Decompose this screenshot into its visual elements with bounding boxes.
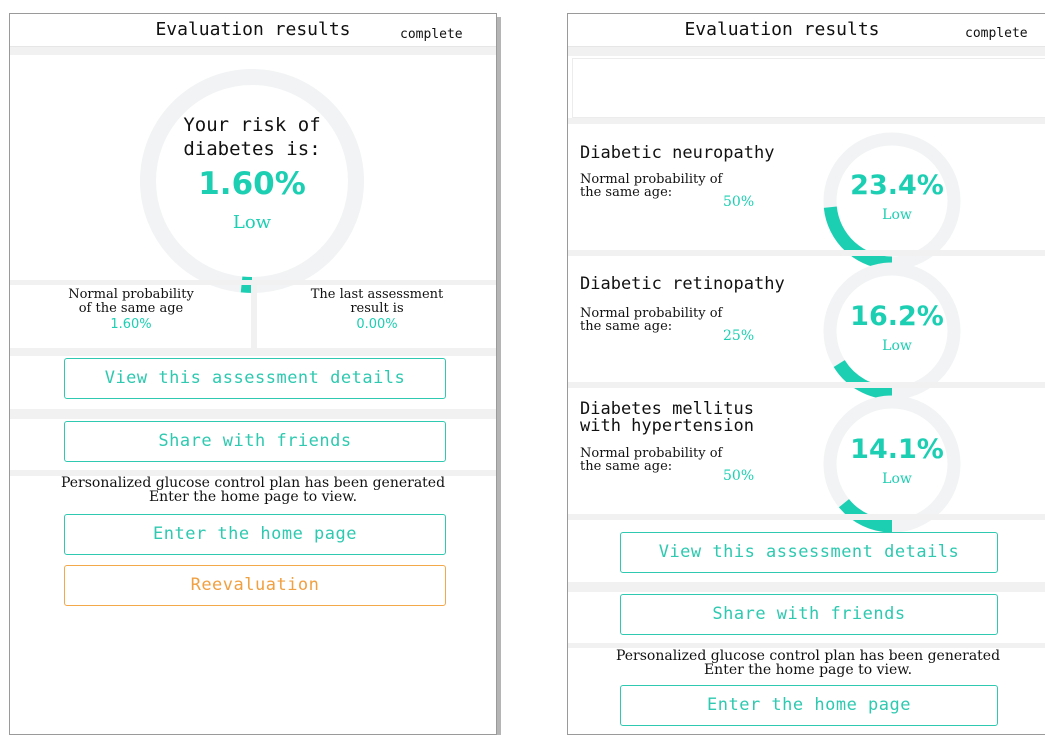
card-risk-level: Low [882, 471, 912, 487]
normal-probability-label: Normal probability [68, 287, 194, 302]
risk-heading-line2: diabetes is: [183, 138, 321, 160]
risk-heading: Your risk of diabetes is: [140, 113, 364, 161]
plan-generated-note: Personalized glucose control plan has be… [10, 475, 496, 505]
divider [10, 47, 496, 55]
card-normal-value: 25% [723, 328, 755, 344]
evaluation-screen-right: Evaluation results complete Diabetic neu… [567, 13, 1045, 735]
normal-probability-stat: Normal probability of the same age 1.60% [14, 286, 248, 348]
divider [568, 582, 1045, 592]
normal-probability-label: of the same age [78, 301, 184, 316]
view-details-button[interactable]: View this assessment details [620, 532, 998, 573]
plan-note-line2: Enter the home page to view. [148, 489, 358, 505]
plan-generated-note: Personalized glucose control plan has be… [568, 648, 1045, 678]
last-assessment-stat: The last assessment result is 0.00% [260, 286, 494, 348]
normal-probability-value: 1.60% [110, 317, 152, 332]
last-assessment-label: result is [350, 301, 404, 316]
enter-home-button[interactable]: Enter the home page [64, 514, 446, 555]
divider [10, 348, 496, 356]
divider [568, 514, 1045, 520]
card-risk-level: Low [882, 207, 912, 223]
plan-note-line1: Personalized glucose control plan has be… [60, 475, 446, 491]
risk-heading-line1: Your risk of [183, 114, 321, 136]
card-risk-value: 23.4% [850, 170, 944, 201]
complication-card-hypertension: Diabetes mellitus with hypertension Norm… [568, 388, 1045, 533]
view-details-button[interactable]: View this assessment details [64, 358, 446, 399]
card-normal-value: 50% [723, 468, 755, 484]
card-title: Diabetic retinopathy [580, 274, 785, 294]
plan-note-line1: Personalized glucose control plan has be… [615, 648, 1001, 664]
card-normal-value: 50% [723, 194, 755, 210]
card-title: Diabetic neuropathy [580, 143, 775, 163]
card-risk-value: 16.2% [850, 301, 944, 332]
risk-level: Low [232, 212, 272, 233]
last-assessment-label: The last assessment [310, 287, 444, 302]
reevaluation-button[interactable]: Reevaluation [64, 565, 446, 606]
plan-note-line2: Enter the home page to view. [703, 662, 913, 678]
card-risk-value: 14.1% [850, 434, 944, 465]
complete-button[interactable]: complete [400, 27, 463, 42]
complication-card-neuropathy: Diabetic neuropathy Normal probability o… [568, 124, 1045, 270]
card-normal-label: the same age: [580, 319, 673, 334]
header-bar: Evaluation results complete [10, 14, 496, 47]
card-risk-level: Low [882, 338, 912, 354]
enter-home-button[interactable]: Enter the home page [620, 685, 998, 726]
card-normal-label: the same age: [580, 459, 673, 474]
header-bar: Evaluation results complete [568, 14, 1045, 47]
card-normal-label: the same age: [580, 185, 673, 200]
risk-value: 1.60% [198, 166, 306, 202]
last-assessment-value: 0.00% [356, 317, 398, 332]
evaluation-screen-left: Evaluation results complete Your risk of… [9, 13, 497, 735]
page-title: Evaluation results [684, 19, 880, 40]
summary-placeholder [572, 58, 1045, 118]
complete-button[interactable]: complete [965, 26, 1028, 41]
risk-gauge: Your risk of diabetes is: 1.60% Low [140, 69, 364, 293]
divider [251, 285, 257, 349]
divider [568, 47, 1045, 56]
share-button[interactable]: Share with friends [620, 594, 998, 635]
card-title: with hypertension [580, 416, 754, 436]
complication-card-retinopathy: Diabetic retinopathy Normal probability … [568, 256, 1045, 400]
divider [10, 409, 496, 419]
share-button[interactable]: Share with friends [64, 421, 446, 462]
